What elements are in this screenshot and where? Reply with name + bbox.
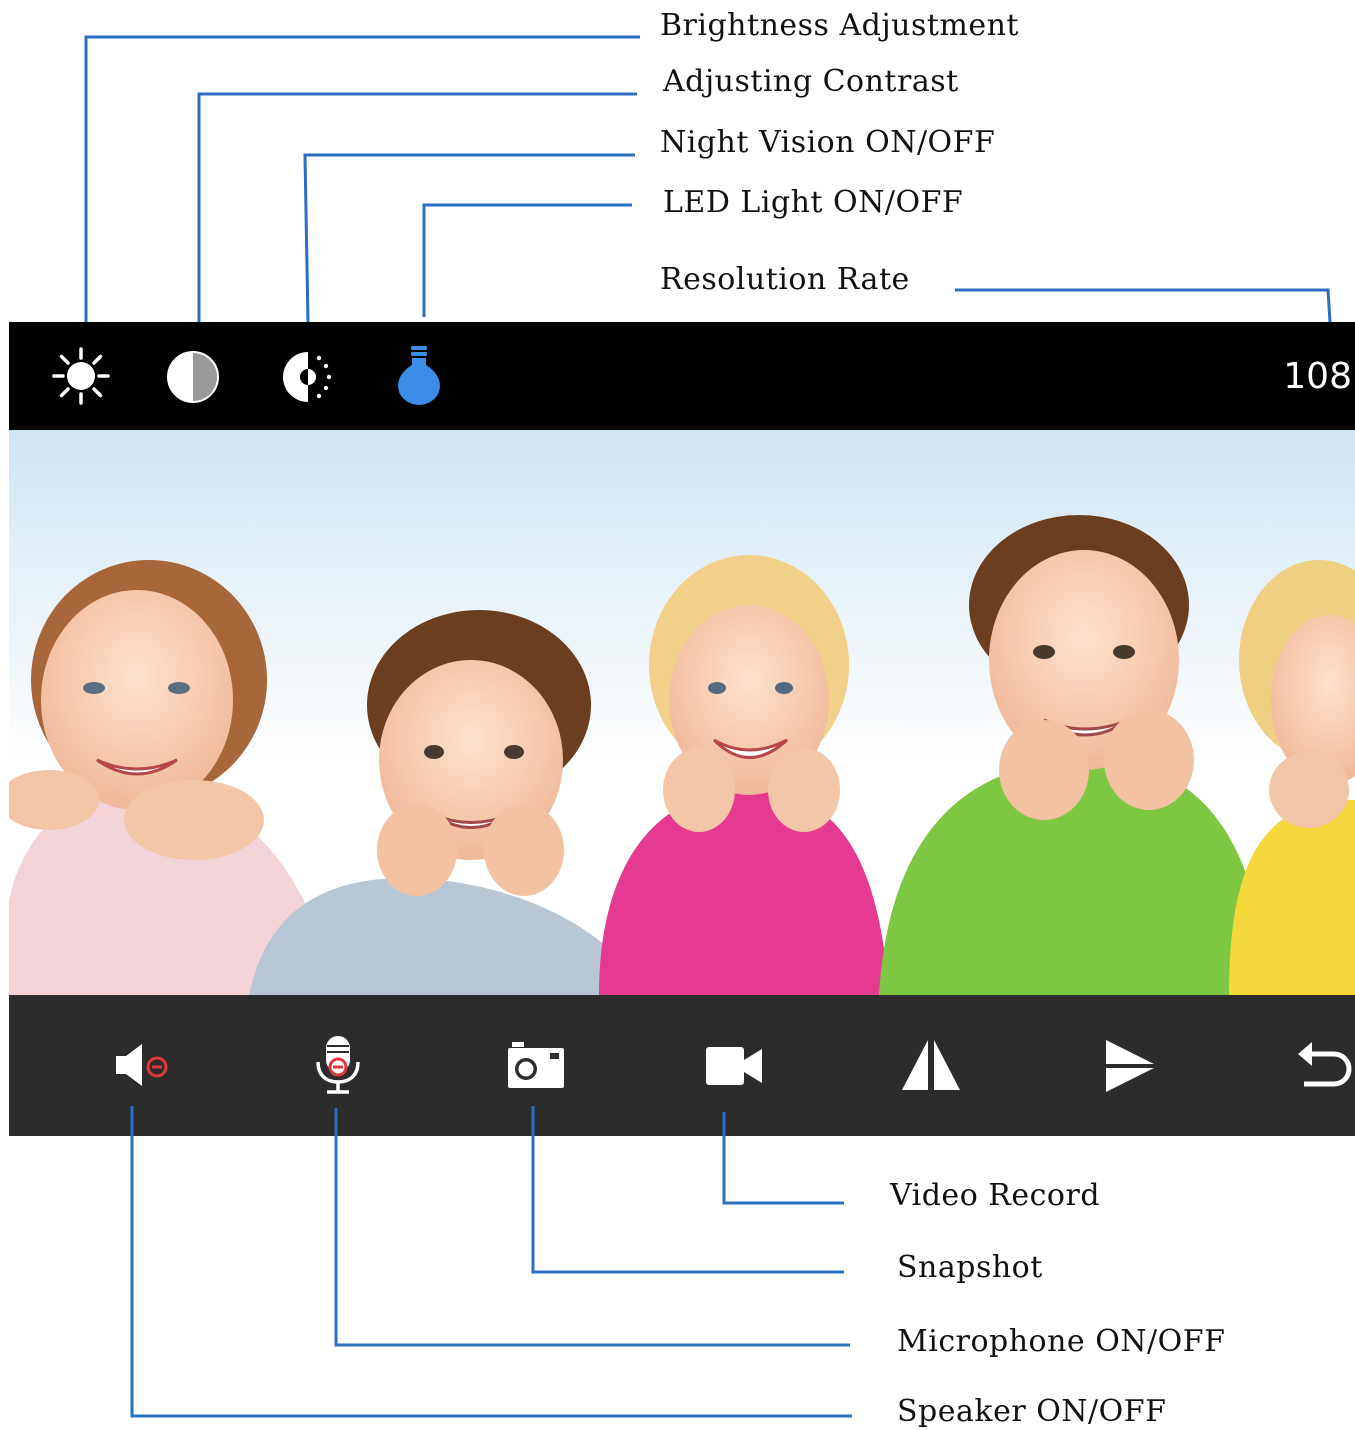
callout-lines	[84, 35, 1332, 1418]
